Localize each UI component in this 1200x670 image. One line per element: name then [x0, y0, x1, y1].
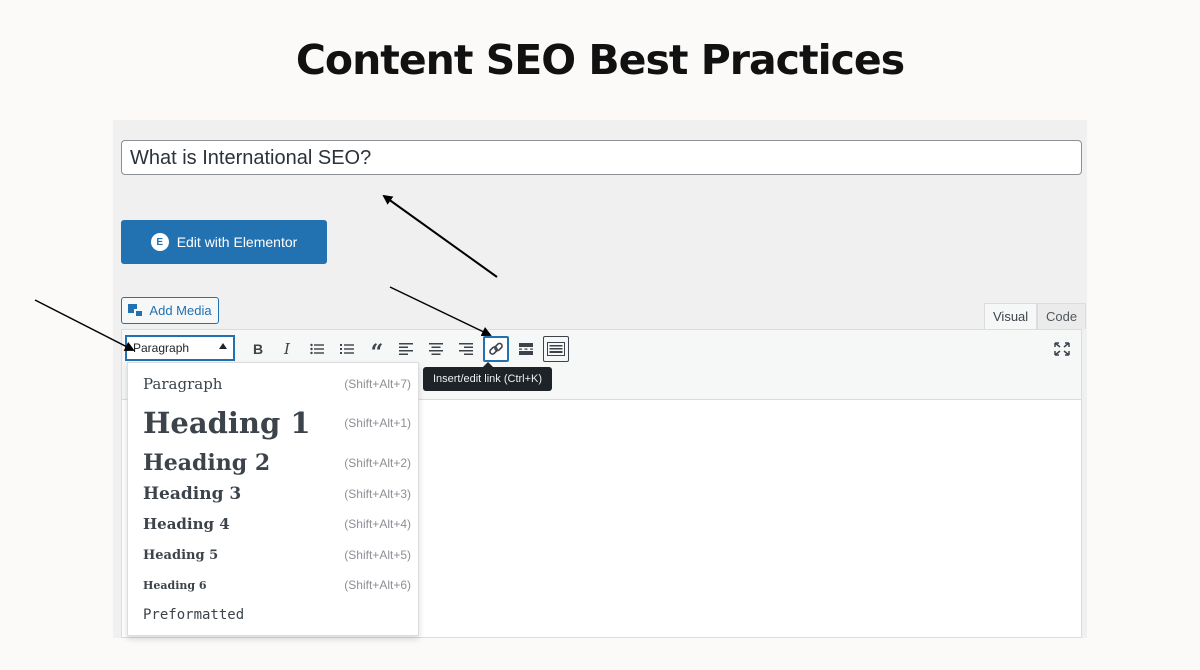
toolbar-toggle-button[interactable]	[543, 336, 569, 362]
numbered-list-icon	[340, 344, 354, 354]
option-label: Heading 4	[143, 515, 230, 533]
wordpress-editor-screenshot: What is International SEO? E Edit with E…	[113, 120, 1087, 638]
read-more-button[interactable]	[513, 336, 539, 362]
expand-icon	[1054, 342, 1070, 356]
link-tooltip: Insert/edit link (Ctrl+K)	[423, 362, 552, 391]
edit-with-elementor-button[interactable]: E Edit with Elementor	[121, 220, 327, 264]
option-shortcut: (Shift+Alt+3)	[344, 487, 411, 501]
link-icon	[489, 342, 503, 355]
numbered-list-button[interactable]	[334, 336, 360, 362]
option-label: Heading 5	[143, 547, 219, 563]
add-media-label: Add Media	[149, 303, 212, 318]
bold-button[interactable]: B	[245, 336, 271, 362]
edit-with-elementor-label: Edit with Elementor	[176, 234, 298, 250]
align-center-button[interactable]	[423, 336, 449, 362]
option-shortcut: (Shift+Alt+1)	[344, 416, 411, 430]
option-label: Heading 2	[143, 450, 271, 476]
option-label: Heading 3	[143, 484, 242, 504]
tab-visual[interactable]: Visual	[984, 303, 1038, 329]
option-label: Heading 1	[143, 406, 311, 440]
format-dropdown-menu: Paragraph (Shift+Alt+7) Heading 1 (Shift…	[127, 362, 419, 636]
format-select[interactable]: Paragraph	[125, 335, 235, 361]
italic-button[interactable]: I	[274, 336, 300, 362]
align-left-button[interactable]	[393, 336, 419, 362]
elementor-logo-icon: E	[150, 233, 169, 251]
page-title: Content SEO Best Practices	[295, 36, 905, 84]
fullscreen-button[interactable]	[1049, 336, 1075, 362]
format-option-preformatted[interactable]: Preformatted	[143, 605, 411, 625]
align-right-icon	[459, 343, 473, 355]
read-more-icon	[519, 343, 533, 355]
option-label: Heading 6	[143, 578, 207, 592]
format-option-heading-1[interactable]: Heading 1 (Shift+Alt+1)	[143, 403, 411, 443]
align-left-icon	[399, 343, 413, 355]
option-shortcut: (Shift+Alt+5)	[344, 548, 411, 562]
insert-link-button[interactable]	[483, 336, 509, 362]
caret-up-icon	[219, 343, 227, 349]
post-title-input[interactable]: What is International SEO?	[121, 140, 1082, 175]
option-shortcut: (Shift+Alt+6)	[344, 578, 411, 592]
format-option-heading-4[interactable]: Heading 4 (Shift+Alt+4)	[143, 513, 411, 535]
format-option-heading-2[interactable]: Heading 2 (Shift+Alt+2)	[143, 448, 411, 478]
add-media-button[interactable]: Add Media	[121, 297, 219, 324]
format-option-heading-6[interactable]: Heading 6 (Shift+Alt+6)	[143, 576, 411, 594]
media-icon	[128, 303, 145, 318]
format-option-heading-5[interactable]: Heading 5 (Shift+Alt+5)	[143, 545, 411, 565]
bullet-list-icon	[310, 343, 324, 355]
format-option-heading-3[interactable]: Heading 3 (Shift+Alt+3)	[143, 482, 411, 506]
option-label: Paragraph	[143, 375, 223, 393]
option-shortcut: (Shift+Alt+7)	[344, 377, 411, 391]
format-option-paragraph[interactable]: Paragraph (Shift+Alt+7)	[143, 373, 411, 395]
tab-code[interactable]: Code	[1037, 303, 1087, 329]
option-shortcut: (Shift+Alt+4)	[344, 517, 411, 531]
bullet-list-button[interactable]	[304, 336, 330, 362]
format-select-value: Paragraph	[133, 341, 190, 355]
align-center-icon	[429, 343, 443, 355]
option-shortcut: (Shift+Alt+2)	[344, 456, 411, 470]
keyboard-icon	[547, 342, 565, 356]
option-label: Preformatted	[143, 607, 245, 623]
editor-area[interactable]: Paragraph B I “ Insert/edit link (Ctrl+K…	[121, 329, 1082, 638]
blockquote-button[interactable]: “	[364, 336, 390, 366]
align-right-button[interactable]	[453, 336, 479, 362]
